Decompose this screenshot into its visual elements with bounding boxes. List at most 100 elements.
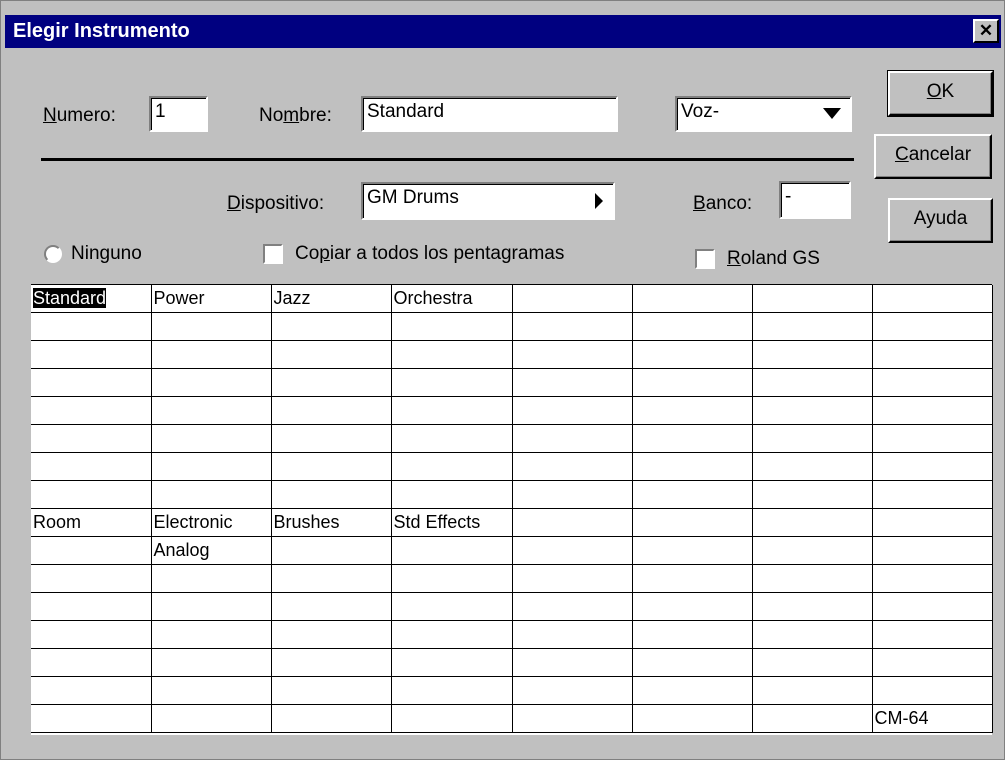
grid-cell[interactable] xyxy=(391,368,513,397)
grid-cell[interactable] xyxy=(512,285,633,313)
grid-cell[interactable] xyxy=(872,480,993,509)
grid-cell[interactable]: Orchestra xyxy=(391,285,513,313)
ok-button[interactable]: OK xyxy=(887,70,994,117)
cancel-button[interactable]: Cancelar xyxy=(874,134,992,179)
grid-cell[interactable] xyxy=(271,424,392,453)
grid-cell[interactable] xyxy=(31,312,152,341)
grid-cell[interactable] xyxy=(271,620,392,649)
grid-cell[interactable] xyxy=(271,704,392,733)
grid-cell[interactable] xyxy=(391,704,513,733)
grid-cell[interactable] xyxy=(872,508,993,537)
grid-cell[interactable] xyxy=(391,340,513,369)
grid-cell[interactable] xyxy=(512,340,633,369)
grid-cell[interactable]: CM-64 xyxy=(872,704,993,733)
grid-cell[interactable] xyxy=(271,368,392,397)
grid-cell[interactable] xyxy=(632,452,753,481)
grid-cell[interactable] xyxy=(752,564,873,593)
grid-cell[interactable] xyxy=(271,480,392,509)
grid-cell[interactable] xyxy=(632,480,753,509)
grid-cell[interactable] xyxy=(391,452,513,481)
grid-cell[interactable] xyxy=(632,368,753,397)
copiar-label[interactable]: Copiar a todos los pentagramas xyxy=(295,243,564,265)
grid-cell[interactable] xyxy=(872,564,993,593)
grid-cell[interactable] xyxy=(151,648,272,677)
numero-input[interactable]: 1 xyxy=(149,96,208,132)
grid-cell[interactable] xyxy=(31,340,152,369)
grid-cell[interactable] xyxy=(752,704,873,733)
copiar-checkbox[interactable] xyxy=(263,244,283,264)
grid-cell[interactable] xyxy=(512,396,633,425)
grid-cell[interactable] xyxy=(752,312,873,341)
grid-cell[interactable] xyxy=(752,648,873,677)
ninguno-label[interactable]: Ninguno xyxy=(71,243,142,265)
help-button[interactable]: Ayuda xyxy=(888,198,993,243)
grid-cell[interactable] xyxy=(271,564,392,593)
grid-cell[interactable] xyxy=(632,424,753,453)
voz-select[interactable]: Voz- xyxy=(675,96,852,132)
grid-cell[interactable] xyxy=(512,676,633,705)
grid-cell[interactable] xyxy=(151,340,272,369)
grid-cell[interactable]: Standard xyxy=(31,285,152,313)
close-button[interactable]: ✕ xyxy=(973,19,999,43)
grid-cell[interactable] xyxy=(151,564,272,593)
roland-gs-label[interactable]: Roland GS xyxy=(727,248,820,270)
grid-cell[interactable] xyxy=(752,620,873,649)
grid-cell[interactable] xyxy=(872,424,993,453)
grid-cell[interactable]: Analog xyxy=(151,536,272,565)
grid-cell[interactable] xyxy=(271,676,392,705)
banco-input[interactable]: - xyxy=(779,181,851,219)
grid-cell[interactable] xyxy=(391,648,513,677)
grid-cell[interactable] xyxy=(872,285,993,313)
grid-cell[interactable] xyxy=(31,564,152,593)
grid-cell[interactable] xyxy=(872,620,993,649)
grid-cell[interactable] xyxy=(512,536,633,565)
grid-cell[interactable] xyxy=(31,424,152,453)
grid-cell[interactable] xyxy=(512,452,633,481)
grid-cell[interactable] xyxy=(512,480,633,509)
grid-cell[interactable] xyxy=(632,648,753,677)
grid-cell[interactable]: Room xyxy=(31,508,152,537)
grid-cell[interactable] xyxy=(31,480,152,509)
grid-cell[interactable] xyxy=(632,396,753,425)
nombre-input[interactable]: Standard xyxy=(361,96,618,132)
grid-cell[interactable] xyxy=(151,592,272,621)
grid-cell[interactable] xyxy=(271,536,392,565)
grid-cell[interactable] xyxy=(512,424,633,453)
grid-cell[interactable] xyxy=(872,312,993,341)
grid-cell[interactable] xyxy=(31,396,152,425)
grid-cell[interactable] xyxy=(271,396,392,425)
grid-cell[interactable] xyxy=(271,452,392,481)
grid-cell[interactable] xyxy=(391,676,513,705)
grid-cell[interactable] xyxy=(391,536,513,565)
grid-cell[interactable] xyxy=(752,452,873,481)
grid-cell[interactable] xyxy=(31,452,152,481)
grid-cell[interactable] xyxy=(271,340,392,369)
grid-cell[interactable] xyxy=(632,340,753,369)
grid-cell[interactable] xyxy=(31,648,152,677)
grid-cell[interactable] xyxy=(391,564,513,593)
grid-cell[interactable] xyxy=(391,312,513,341)
chevron-down-icon[interactable] xyxy=(823,108,841,119)
grid-cell[interactable] xyxy=(752,592,873,621)
grid-cell[interactable] xyxy=(752,340,873,369)
grid-cell[interactable] xyxy=(512,312,633,341)
grid-cell[interactable] xyxy=(151,620,272,649)
grid-cell[interactable] xyxy=(391,424,513,453)
grid-cell[interactable] xyxy=(872,536,993,565)
grid-cell[interactable] xyxy=(632,620,753,649)
chevron-right-icon[interactable] xyxy=(595,193,603,209)
grid-cell[interactable]: Brushes xyxy=(271,508,392,537)
grid-cell[interactable] xyxy=(632,592,753,621)
grid-cell[interactable] xyxy=(151,676,272,705)
grid-cell[interactable] xyxy=(391,396,513,425)
grid-cell[interactable]: Jazz xyxy=(271,285,392,313)
grid-cell[interactable] xyxy=(151,396,272,425)
grid-cell[interactable] xyxy=(391,480,513,509)
grid-cell[interactable] xyxy=(271,592,392,621)
grid-cell[interactable] xyxy=(872,340,993,369)
grid-cell[interactable] xyxy=(632,704,753,733)
grid-cell[interactable] xyxy=(872,648,993,677)
grid-cell[interactable] xyxy=(752,508,873,537)
grid-cell[interactable] xyxy=(151,480,272,509)
dispositivo-select[interactable]: GM Drums xyxy=(361,182,615,220)
